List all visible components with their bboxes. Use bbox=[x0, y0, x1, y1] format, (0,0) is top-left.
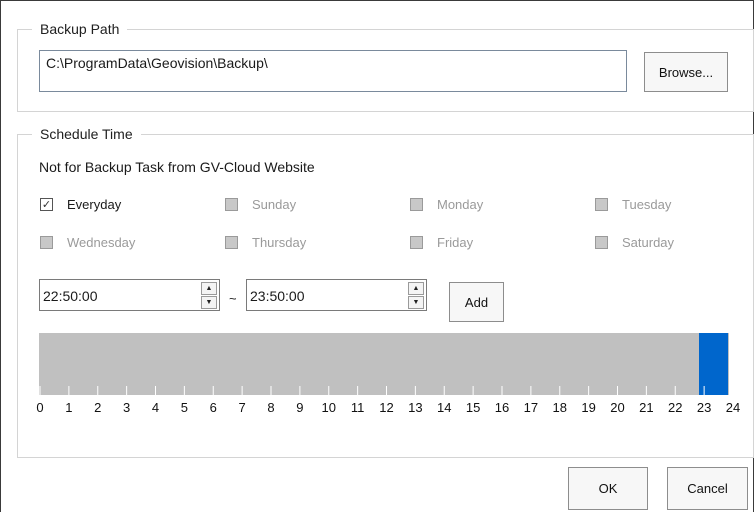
hour-label-14: 14 bbox=[437, 400, 452, 415]
hour-label-22: 22 bbox=[668, 400, 683, 415]
checkbox-box bbox=[595, 236, 608, 249]
end-time-spinner: ▲ ▼ bbox=[408, 282, 424, 309]
hour-label-18: 18 bbox=[552, 400, 567, 415]
hour-label-8: 8 bbox=[267, 400, 275, 415]
hour-label-24: 24 bbox=[725, 400, 741, 415]
check-icon: ✓ bbox=[40, 198, 53, 211]
checkbox-label: Friday bbox=[437, 235, 474, 250]
ok-button[interactable]: OK bbox=[568, 467, 648, 510]
hour-label-2: 2 bbox=[94, 400, 102, 415]
browse-button[interactable]: Browse... bbox=[644, 52, 728, 92]
checkbox-everyday[interactable]: ✓ Everyday bbox=[40, 197, 121, 212]
timeline-ticks bbox=[39, 386, 705, 395]
start-time-picker[interactable]: 22:50:00 ▲ ▼ bbox=[39, 279, 220, 311]
hour-label-16: 16 bbox=[494, 400, 510, 415]
checkbox-monday[interactable]: Monday bbox=[410, 197, 483, 212]
hour-label-10: 10 bbox=[321, 400, 336, 415]
hour-label-9: 9 bbox=[296, 400, 304, 415]
start-time-spinner: ▲ ▼ bbox=[201, 282, 217, 309]
hour-label-23: 23 bbox=[696, 400, 712, 415]
checkbox-sunday[interactable]: Sunday bbox=[225, 197, 296, 212]
hour-label-0: 0 bbox=[36, 400, 44, 415]
checkbox-label: Wednesday bbox=[67, 235, 136, 250]
hour-label-13: 13 bbox=[408, 400, 423, 415]
checkbox-label: Monday bbox=[437, 197, 484, 212]
timeline-hour-labels: 0 1 2 3 4 5 6 7 8 9 10 11 12 13 14 15 16 17 18 19 20 21 22 23 24 bbox=[0, 400, 754, 420]
hour-label-19: 19 bbox=[581, 400, 596, 415]
spin-up-icon[interactable]: ▲ bbox=[201, 282, 217, 295]
schedule-time-legend: Schedule Time bbox=[32, 125, 141, 143]
checkbox-friday[interactable]: Friday bbox=[410, 235, 473, 250]
hour-label-3: 3 bbox=[123, 400, 131, 415]
checkbox-box bbox=[410, 236, 423, 249]
hour-label-12: 12 bbox=[379, 400, 394, 415]
hour-label-6: 6 bbox=[209, 400, 217, 415]
time-separator: ~ bbox=[229, 291, 237, 306]
checkbox-label: Sunday bbox=[252, 197, 297, 212]
checkbox-label: Saturday bbox=[622, 235, 675, 250]
checkbox-box bbox=[225, 236, 238, 249]
checkbox-box bbox=[40, 236, 53, 249]
hour-label-15: 15 bbox=[465, 400, 481, 415]
hour-label-20: 20 bbox=[610, 400, 625, 415]
spin-down-icon[interactable]: ▼ bbox=[201, 296, 217, 309]
schedule-note: Not for Backup Task from GV-Cloud Websit… bbox=[39, 159, 315, 175]
checkbox-label: Everyday bbox=[67, 197, 122, 212]
checkbox-tuesday[interactable]: Tuesday bbox=[595, 197, 671, 212]
hour-label-5: 5 bbox=[180, 400, 188, 415]
checkbox-box bbox=[410, 198, 423, 211]
checkbox-wednesday[interactable]: Wednesday bbox=[40, 235, 135, 250]
checkbox-box bbox=[595, 198, 608, 211]
backup-path-input[interactable]: C:\ProgramData\Geovision\Backup\ bbox=[39, 50, 627, 92]
spin-up-icon[interactable]: ▲ bbox=[408, 282, 424, 295]
checkbox-label: Thursday bbox=[252, 235, 307, 250]
hour-label-21: 21 bbox=[639, 400, 654, 415]
add-button[interactable]: Add bbox=[449, 282, 504, 322]
checkbox-saturday[interactable]: Saturday bbox=[595, 235, 674, 250]
checkbox-box bbox=[225, 198, 238, 211]
cancel-button[interactable]: Cancel bbox=[667, 467, 748, 510]
spin-down-icon[interactable]: ▼ bbox=[408, 296, 424, 309]
end-time-value: 23:50:00 bbox=[250, 288, 305, 304]
hour-label-7: 7 bbox=[238, 400, 246, 415]
hour-label-4: 4 bbox=[151, 400, 160, 415]
hour-label-11: 11 bbox=[350, 400, 365, 415]
checkbox-thursday[interactable]: Thursday bbox=[225, 235, 306, 250]
checkbox-label: Tuesday bbox=[622, 197, 672, 212]
hour-label-17: 17 bbox=[523, 400, 539, 415]
backup-path-legend: Backup Path bbox=[32, 20, 128, 38]
hour-label-1: 1 bbox=[65, 400, 73, 415]
schedule-timeline[interactable] bbox=[39, 333, 729, 395]
end-time-picker[interactable]: 23:50:00 ▲ ▼ bbox=[246, 279, 427, 311]
start-time-value: 22:50:00 bbox=[43, 288, 98, 304]
